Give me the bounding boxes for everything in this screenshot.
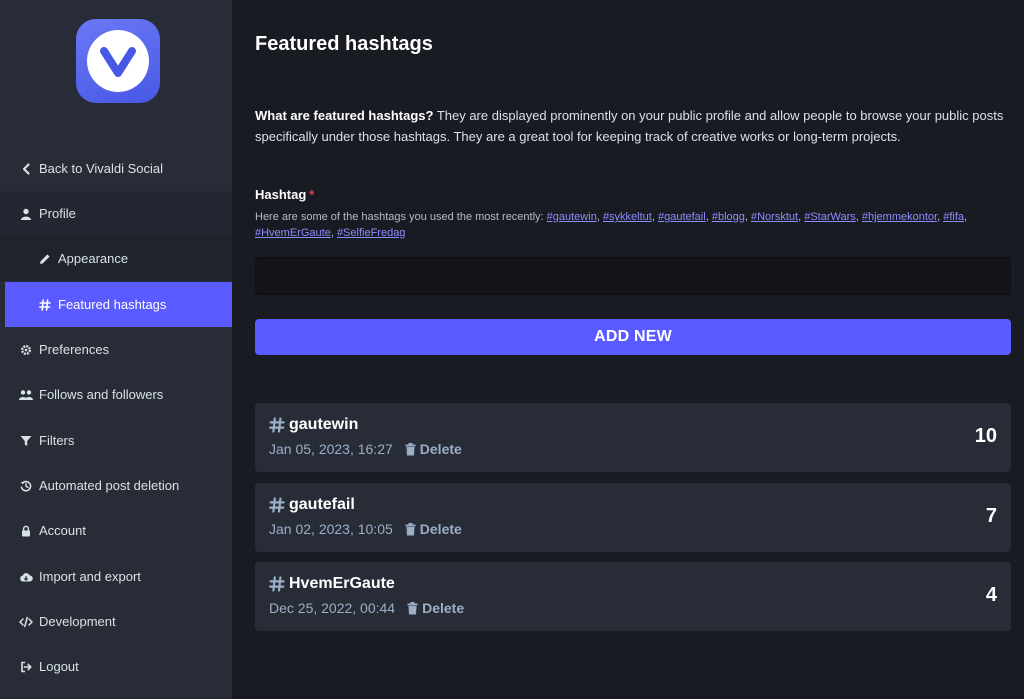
hashtag-name[interactable]: gautewin: [269, 416, 358, 434]
sidebar-item-label: Logout: [39, 659, 79, 674]
filter-icon: [19, 434, 33, 448]
code-icon: [19, 615, 33, 629]
sidebar-item-label: Preferences: [39, 342, 110, 357]
hashtag-date: Dec 25, 2022, 00:44: [269, 600, 396, 616]
sidebar-item-label: Import and export: [39, 569, 141, 584]
users-icon: [19, 388, 33, 402]
suggestion-link[interactable]: #gautefail: [658, 211, 706, 223]
sidebar-item-development[interactable]: Development: [0, 599, 232, 644]
sign-out-icon: [19, 660, 33, 674]
sidebar: Back to Vivaldi Social Profile Appearanc…: [0, 0, 232, 699]
hashtag-name-text: HvemErGaute: [289, 575, 395, 592]
hashtag-meta: Dec 25, 2022, 00:44 Delete: [269, 600, 464, 616]
sidebar-item-label: Follows and followers: [39, 387, 164, 402]
hashtag-date: Jan 02, 2023, 10:05: [269, 521, 393, 537]
sidebar-item-label: Development: [39, 614, 116, 629]
suggestion-link[interactable]: #gautewin: [547, 211, 597, 223]
sidebar-item-label: Featured hashtags: [58, 297, 167, 312]
main-content: Featured hashtags What are featured hash…: [232, 0, 1024, 699]
hashtag-count: 4: [985, 584, 997, 606]
hashtag-meta: Jan 05, 2023, 16:27 Delete: [269, 441, 462, 457]
vivaldi-logo[interactable]: [76, 19, 160, 103]
sidebar-item-label: Automated post deletion: [39, 478, 180, 493]
intro-heading: What are featured hashtags?: [255, 108, 434, 123]
delete-button[interactable]: Delete: [407, 600, 464, 616]
sidebar-item-featured-hashtags[interactable]: Featured hashtags: [5, 282, 232, 327]
hashtag-name-text: gautewin: [289, 416, 359, 433]
history-icon: [19, 479, 33, 493]
suggestion-link[interactable]: #fifa: [943, 211, 964, 223]
sidebar-item-import-export[interactable]: Import and export: [0, 554, 232, 599]
sidebar-item-preferences[interactable]: Preferences: [0, 327, 232, 372]
vivaldi-logo-mark: [87, 30, 149, 92]
lock-icon: [19, 524, 33, 538]
suggestion-link[interactable]: #sykkeltut: [603, 211, 652, 223]
sidebar-item-follows[interactable]: Follows and followers: [0, 372, 232, 417]
sidebar-item-label: Account: [39, 523, 86, 538]
hashtag-input[interactable]: [255, 257, 1011, 295]
hashtag-count: 10: [974, 425, 997, 447]
hashtag-label-text: Hashtag: [255, 187, 307, 202]
hashtag-row: gautefail Jan 02, 2023, 10:05 Delete 7: [255, 483, 1011, 552]
vivaldi-v-icon: [100, 47, 136, 77]
hashtag-field-label: Hashtag *: [255, 187, 314, 202]
delete-label: Delete: [419, 441, 462, 457]
sidebar-item-account[interactable]: Account: [0, 508, 232, 553]
sidebar-item-automated-deletion[interactable]: Automated post deletion: [0, 463, 232, 508]
intro-text: What are featured hashtags? They are dis…: [255, 105, 1015, 147]
user-icon: [19, 207, 33, 221]
cloud-icon: [19, 570, 33, 584]
hashtag-count: 7: [985, 505, 997, 527]
hashtag-icon: [269, 497, 285, 513]
add-new-button[interactable]: ADD NEW: [255, 319, 1011, 355]
hashtag-name-text: gautefail: [289, 496, 355, 513]
trash-icon: [407, 601, 418, 615]
gear-icon: [19, 343, 33, 357]
hashtag-date: Jan 05, 2023, 16:27: [269, 441, 393, 457]
suggestion-link[interactable]: #hjemmekontor: [862, 211, 937, 223]
sidebar-item-profile[interactable]: Profile: [0, 191, 232, 236]
trash-icon: [405, 442, 416, 456]
hashtag-row: gautewin Jan 05, 2023, 16:27 Delete 10: [255, 403, 1011, 472]
sidebar-item-label: Profile: [39, 206, 76, 221]
sidebar-item-label: Filters: [39, 433, 75, 448]
hint-text: Here are some of the hashtags you used t…: [255, 211, 547, 223]
suggestion-link[interactable]: #StarWars: [804, 211, 856, 223]
hashtag-row: HvemErGaute Dec 25, 2022, 00:44 Delete 4: [255, 562, 1011, 631]
pencil-icon: [38, 252, 52, 266]
trash-icon: [405, 522, 416, 536]
hashtag-icon: [269, 417, 285, 433]
hashtag-icon: [38, 298, 52, 312]
sidebar-item-filters[interactable]: Filters: [0, 418, 232, 463]
hashtag-icon: [269, 576, 285, 592]
hashtag-hint: Here are some of the hashtags you used t…: [255, 209, 1015, 241]
hashtag-name[interactable]: HvemErGaute: [269, 575, 395, 593]
delete-label: Delete: [422, 600, 465, 616]
suggestion-link[interactable]: #Norsktut: [751, 211, 798, 223]
hashtag-meta: Jan 02, 2023, 10:05 Delete: [269, 521, 462, 537]
sidebar-item-logout[interactable]: Logout: [0, 644, 232, 689]
suggestion-link[interactable]: #blogg: [712, 211, 745, 223]
sidebar-item-appearance[interactable]: Appearance: [0, 236, 232, 281]
suggestion-link[interactable]: #SelfieFredag: [337, 227, 406, 239]
page-title: Featured hashtags: [255, 33, 433, 55]
app-window: Back to Vivaldi Social Profile Appearanc…: [0, 0, 1024, 699]
delete-label: Delete: [419, 521, 462, 537]
delete-button[interactable]: Delete: [405, 441, 462, 457]
sidebar-item-back[interactable]: Back to Vivaldi Social: [0, 146, 232, 191]
chevron-left-icon: [19, 162, 33, 176]
required-mark: *: [309, 187, 315, 202]
sidebar-item-label: Back to Vivaldi Social: [39, 161, 164, 176]
hashtag-name[interactable]: gautefail: [269, 496, 355, 514]
delete-button[interactable]: Delete: [405, 521, 462, 537]
suggestion-link[interactable]: #HvemErGaute: [255, 227, 331, 239]
sidebar-item-label: Appearance: [58, 251, 129, 266]
